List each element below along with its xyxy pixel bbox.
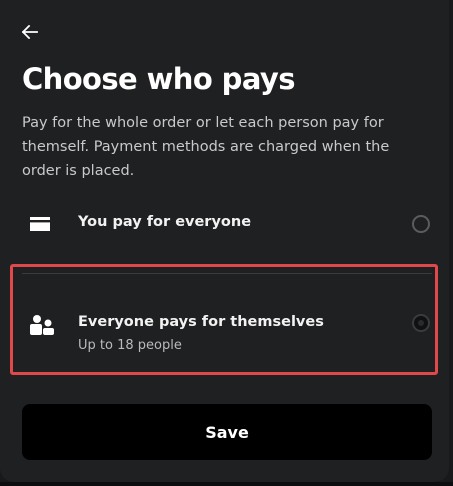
- people-icon: [30, 314, 54, 340]
- divider: [22, 273, 432, 274]
- dialog-title: Choose who pays: [22, 62, 295, 96]
- option-sublabel: Up to 18 people: [78, 338, 182, 353]
- radio-dot: [418, 320, 424, 326]
- choose-who-pays-dialog: Choose who pays Pay for the whole order …: [0, 0, 449, 482]
- radio-button-selected[interactable]: [412, 314, 430, 332]
- option-you-pay-for-everyone[interactable]: You pay for everyone: [22, 200, 432, 248]
- back-button[interactable]: [16, 18, 44, 46]
- option-everyone-pays-for-themselves[interactable]: Everyone pays for themselves Up to 18 pe…: [22, 284, 432, 368]
- save-button[interactable]: Save: [22, 404, 432, 460]
- card-icon: [30, 216, 50, 235]
- option-label: You pay for everyone: [78, 214, 252, 230]
- bottom-strip: [0, 482, 453, 486]
- radio-button[interactable]: [412, 215, 430, 233]
- dialog-description: Pay for the whole order or let each pers…: [22, 115, 390, 179]
- arrow-left-icon: [22, 25, 38, 39]
- option-label: Everyone pays for themselves: [78, 314, 324, 330]
